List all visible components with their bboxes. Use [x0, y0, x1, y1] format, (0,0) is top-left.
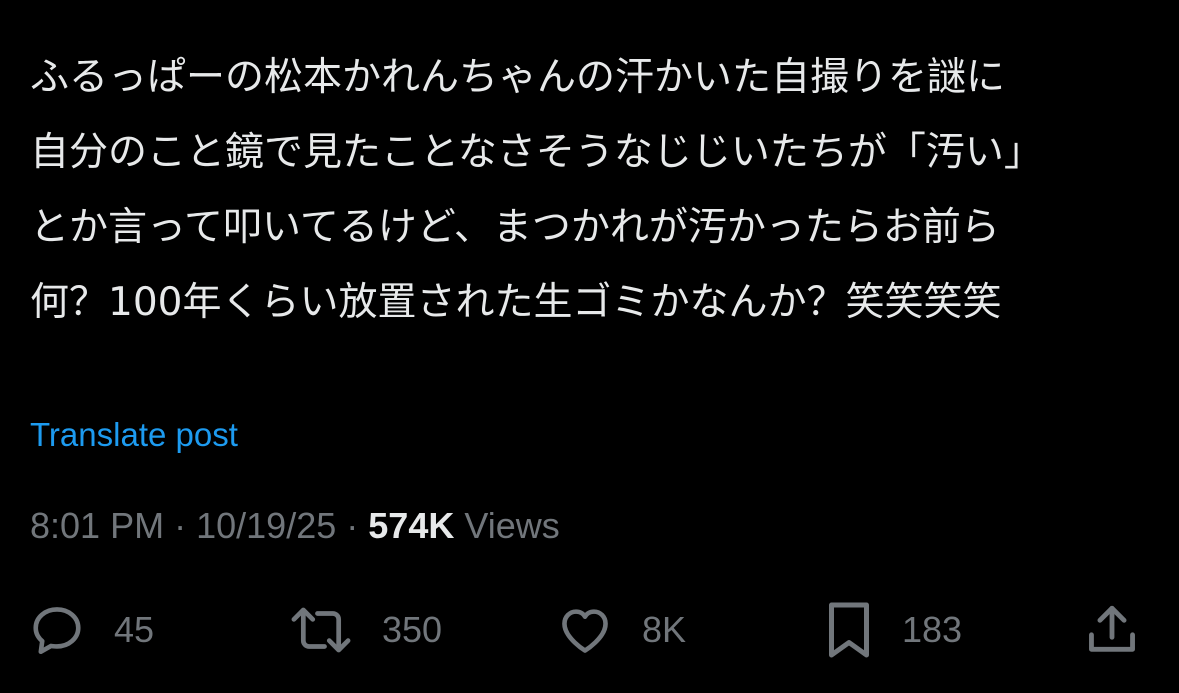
repost-count: 350	[382, 609, 443, 650]
post-date[interactable]: 10/19/25	[196, 505, 336, 546]
bookmark-icon	[824, 599, 874, 661]
reply-icon	[28, 601, 86, 659]
meta-separator: ·	[174, 505, 187, 546]
repost-icon	[288, 601, 354, 659]
views-count[interactable]: 574K	[368, 505, 454, 546]
post-text-line: 自分のこと鏡で見たことなさそうなじじいたちが「汚い」	[30, 130, 1043, 175]
action-bar: 45 350 8K 183	[0, 595, 1179, 665]
views-label: Views	[464, 505, 560, 546]
meta-separator: ·	[346, 505, 359, 546]
share-icon	[1083, 601, 1141, 659]
post-time[interactable]: 8:01 PM	[30, 505, 164, 546]
bookmark-count: 183	[902, 609, 963, 650]
post-text: ふるっぱーの松本かれんちゃんの汗かいた自撮りを謎に 自分のこと鏡で見たことなさそ…	[30, 40, 1150, 340]
like-count: 8K	[642, 609, 687, 650]
reply-count: 45	[114, 609, 155, 650]
post-meta: 8:01 PM · 10/19/25 · 574K Views	[30, 502, 560, 550]
share-button[interactable]	[1083, 595, 1141, 665]
repost-button[interactable]: 350	[288, 595, 442, 665]
translate-post-link[interactable]: Translate post	[30, 412, 238, 458]
like-button[interactable]: 8K	[556, 595, 686, 665]
post-text-line: 何？100年くらい放置された生ゴミかなんか？笑笑笑笑	[30, 280, 1002, 325]
reply-button[interactable]: 45	[28, 595, 154, 665]
heart-icon	[556, 601, 614, 659]
post-text-line: とか言って叩いてるけど、まつかれが汚かったらお前ら	[30, 205, 1000, 250]
bookmark-button[interactable]: 183	[824, 595, 962, 665]
post-text-line: ふるっぱーの松本かれんちゃんの汗かいた自撮りを謎に	[30, 55, 1006, 100]
